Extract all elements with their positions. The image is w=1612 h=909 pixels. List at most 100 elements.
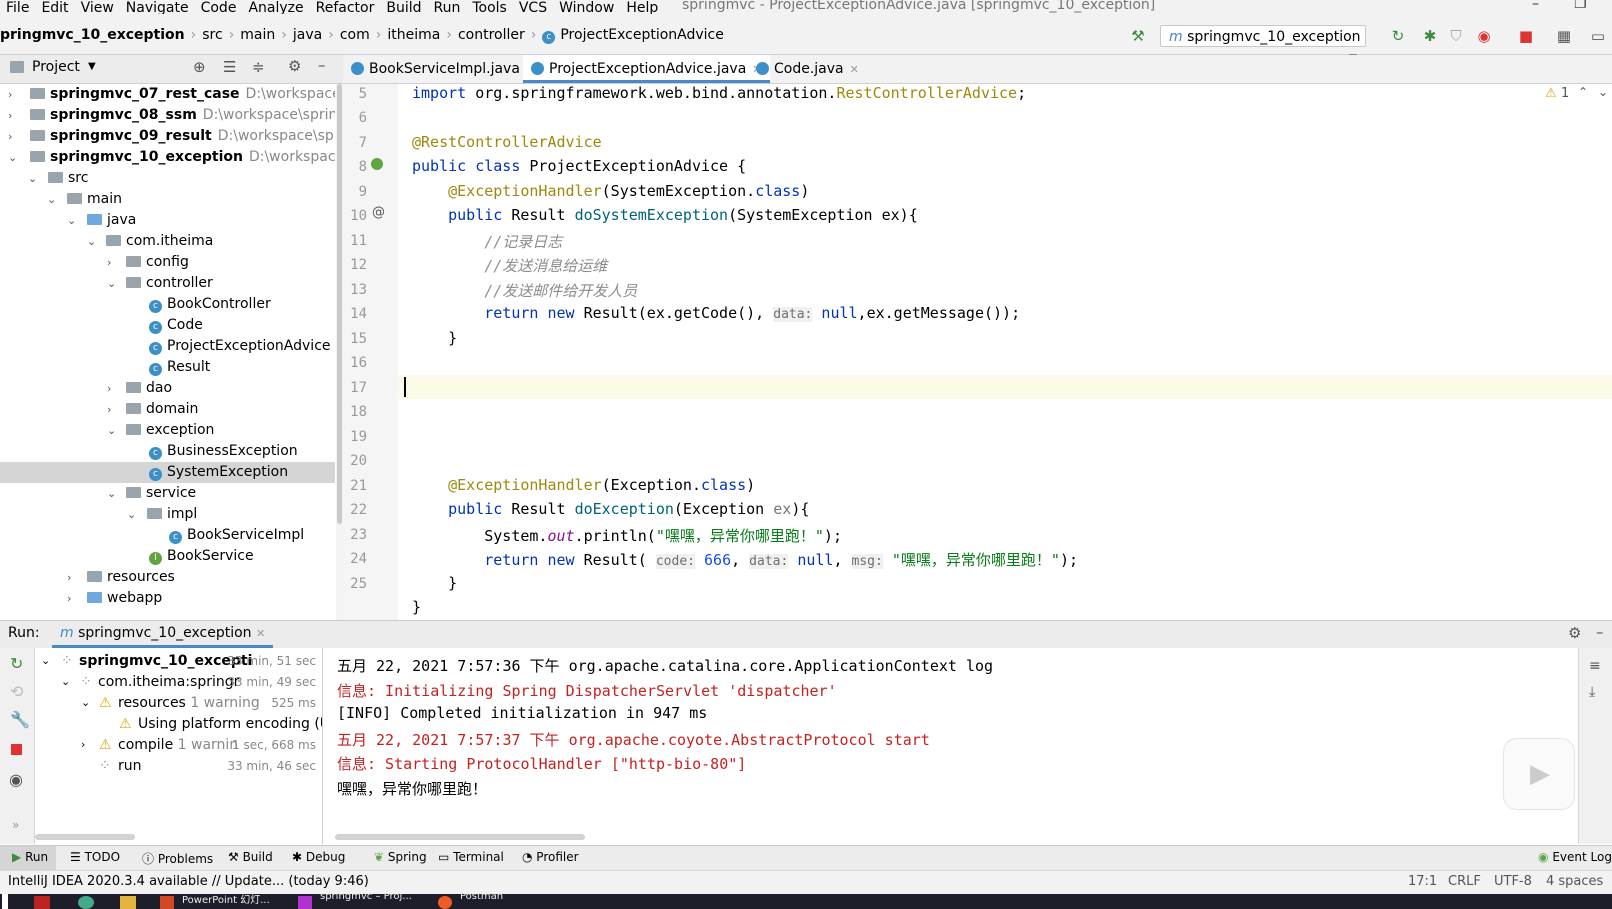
breadcrumb-com[interactable]: com xyxy=(340,27,370,43)
tool-terminal[interactable]: ▭ Terminal xyxy=(438,850,504,864)
debug-bug-icon[interactable]: ✱ xyxy=(1420,26,1440,46)
tool-event-log[interactable]: ◉ Event Log xyxy=(1538,850,1612,864)
taskbar-postman[interactable]: Postman xyxy=(460,894,503,902)
taskbar-intellij[interactable]: springmvc – Proj... xyxy=(320,894,412,902)
restore-icon[interactable]: ❐ xyxy=(1574,0,1587,12)
menu-code[interactable]: Code xyxy=(195,1,243,14)
tree-item[interactable]: › config xyxy=(0,252,335,273)
tree-item[interactable]: ⌄ main xyxy=(0,189,335,210)
run-tree-scrollbar[interactable] xyxy=(35,834,135,840)
breadcrumb-controller[interactable]: controller xyxy=(458,27,525,43)
run-tree-item[interactable]: › ⚠ compile 1 warnin 1 sec, 668 ms xyxy=(35,735,322,755)
folder-icon[interactable] xyxy=(120,896,136,909)
override-annotation-icon[interactable]: @ xyxy=(372,205,385,220)
menu-window[interactable]: Window xyxy=(553,1,620,14)
breadcrumb-class[interactable]: ProjectExceptionAdvice xyxy=(560,27,724,43)
menu-help[interactable]: Help xyxy=(620,1,664,14)
menu-navigate[interactable]: Navigate xyxy=(120,1,195,14)
browser-icon[interactable] xyxy=(78,896,94,909)
tree-item[interactable]: ⌄ com.itheima xyxy=(0,231,335,252)
tool-run[interactable]: ▶ Run xyxy=(12,850,48,864)
tree-item[interactable]: c ProjectExceptionAdvice xyxy=(0,336,335,357)
scroll-to-end-icon[interactable]: ⤓ xyxy=(1589,684,1595,700)
chevron-down-icon[interactable]: ▼ xyxy=(88,61,96,72)
indent-setting[interactable]: 4 spaces xyxy=(1546,874,1603,889)
tree-item[interactable]: ⌄springmvc_10_exceptionD:\workspace\spr xyxy=(0,147,335,168)
window-layout-icon[interactable]: ▭ xyxy=(1588,26,1608,46)
rerun-failed-icon[interactable]: ⟲ xyxy=(10,682,23,701)
run-tree-item[interactable]: ⌄ ⁘ com.itheima:springr 33 min, 49 sec xyxy=(35,672,322,692)
tree-item[interactable]: ›springmvc_07_rest_caseD:\workspace\spri xyxy=(0,84,335,105)
tree-item[interactable]: ⌄ service xyxy=(0,483,335,504)
tree-item[interactable]: ›springmvc_09_resultD:\workspace\springm xyxy=(0,126,335,147)
tab-bookserviceimpl[interactable]: BookServiceImpl.java✕ xyxy=(343,55,543,83)
menu-refactor[interactable]: Refactor xyxy=(310,1,381,14)
tree-item[interactable]: › webapp xyxy=(0,588,335,609)
coverage-icon[interactable]: ⛉ xyxy=(1446,26,1466,46)
play-overlay-button[interactable]: ▶ xyxy=(1503,738,1575,810)
tree-item-selected[interactable]: c SystemException xyxy=(0,462,335,483)
menu-analyze[interactable]: Analyze xyxy=(242,1,309,14)
tab-projectexceptionadvice[interactable]: ProjectExceptionAdvice.java✕ xyxy=(523,55,770,83)
menu-tools[interactable]: Tools xyxy=(466,1,513,14)
tree-item[interactable]: c BookController xyxy=(0,294,335,315)
tool-debug[interactable]: ✱ Debug xyxy=(292,850,345,864)
stop-icon[interactable] xyxy=(11,744,22,755)
tree-item[interactable]: ⌄ exception xyxy=(0,420,335,441)
menu-view[interactable]: View xyxy=(75,1,120,14)
tree-item[interactable]: c Result xyxy=(0,357,335,378)
tool-build[interactable]: ⚒ Build xyxy=(228,850,273,864)
code-editor[interactable]: import org.springframework.web.bind.anno… xyxy=(398,84,1612,620)
menu-edit[interactable]: Edit xyxy=(35,1,74,14)
warning-count[interactable]: 1 xyxy=(1561,86,1569,101)
run-tree-item[interactable]: ⚠ Using platform encoding (U xyxy=(35,714,322,734)
tool-spring[interactable]: ❦ Spring xyxy=(374,850,427,864)
tree-item[interactable]: I BookService xyxy=(0,546,335,567)
tree-item[interactable]: c BookServiceImpl xyxy=(0,525,335,546)
tree-item[interactable]: ›springmvc_08_ssmD:\workspace\springmv xyxy=(0,105,335,126)
project-structure-icon[interactable]: ▦ xyxy=(1554,26,1574,46)
menu-file[interactable]: File xyxy=(0,1,35,14)
tree-item[interactable]: ⌄ java xyxy=(0,210,335,231)
gear-icon[interactable]: ⚙ xyxy=(1568,624,1581,642)
breadcrumb-src[interactable]: src xyxy=(202,27,222,43)
powerpoint-icon[interactable] xyxy=(160,896,174,909)
file-encoding[interactable]: UTF-8 xyxy=(1494,874,1532,889)
tool-problems[interactable]: ⓘ Problems xyxy=(142,850,213,867)
more-icon[interactable]: » xyxy=(12,818,19,832)
profile-icon[interactable]: ◉ xyxy=(1474,26,1494,46)
postman-icon[interactable] xyxy=(438,896,452,909)
rerun-icon[interactable]: ↻ xyxy=(10,654,23,673)
taskbar-powerpoint[interactable]: PowerPoint 幻灯... xyxy=(182,894,270,906)
tool-todo[interactable]: ☰ TODO xyxy=(70,850,120,864)
chevron-up-icon[interactable]: ⌃ xyxy=(1578,85,1588,99)
run-configuration-select[interactable]: m springmvc_10_exception ▼ xyxy=(1160,25,1366,64)
expand-all-icon[interactable]: ☰ xyxy=(223,58,236,76)
warning-icon[interactable]: ⚠ xyxy=(1545,86,1557,101)
breadcrumb-project[interactable]: pringmvc_10_exception xyxy=(0,27,185,43)
locate-target-icon[interactable]: ⊕ xyxy=(193,58,206,76)
start-icon[interactable] xyxy=(2,894,8,909)
collapse-all-icon[interactable]: ≑ xyxy=(252,58,265,76)
run-tab[interactable]: m springmvc_10_exception ✕ xyxy=(52,621,274,648)
project-view-selector[interactable]: Project xyxy=(32,59,80,75)
tool-profiler[interactable]: ◔ Profiler xyxy=(522,850,579,864)
status-message[interactable]: IntelliJ IDEA 2020.3.4 available // Upda… xyxy=(8,874,369,889)
menu-vcs[interactable]: VCS xyxy=(513,1,553,14)
chevron-down-icon[interactable]: ⌄ xyxy=(1598,85,1608,99)
minimize-icon[interactable]: – xyxy=(1532,0,1539,12)
menu-build[interactable]: Build xyxy=(380,1,427,14)
breadcrumb-itheima[interactable]: itheima xyxy=(387,27,440,43)
intellij-icon[interactable] xyxy=(298,896,312,909)
run-tree-item[interactable]: ⌄ ⚠ resources 1 warning 525 ms xyxy=(35,693,322,713)
app-icon[interactable] xyxy=(34,896,50,909)
stop-icon[interactable]: ■ xyxy=(1516,26,1536,46)
console-output[interactable]: 五月 22, 2021 7:57:36 下午 org.apache.catali… xyxy=(323,648,1578,844)
hide-panel-icon[interactable]: – xyxy=(318,56,326,74)
soft-wrap-icon[interactable]: ≡ xyxy=(1589,658,1601,674)
close-icon[interactable]: ✕ xyxy=(256,627,265,640)
tree-item[interactable]: c BusinessException xyxy=(0,441,335,462)
tab-code[interactable]: Code.java ✕ xyxy=(748,55,867,83)
tree-item[interactable]: › domain xyxy=(0,399,335,420)
line-separator[interactable]: CRLF xyxy=(1448,874,1481,889)
